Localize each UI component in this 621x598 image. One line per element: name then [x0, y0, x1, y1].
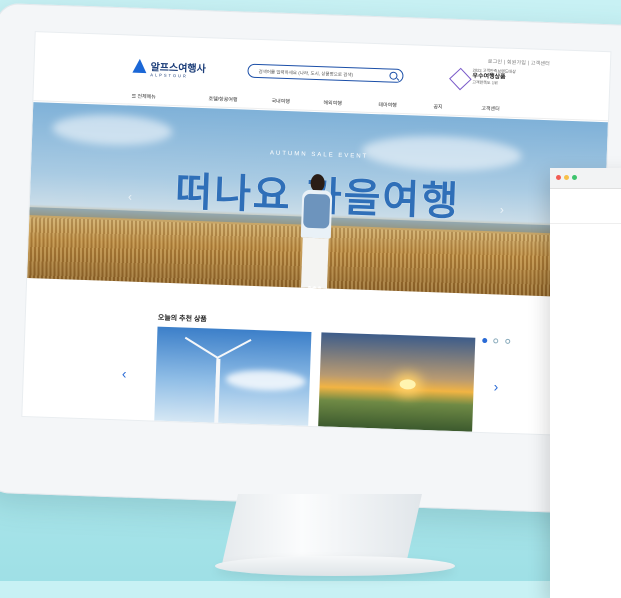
monitor-stand	[222, 494, 422, 564]
recommend-title: 오늘의 추천 상품	[157, 314, 207, 324]
award-line-3: 고객만족도 1위	[472, 79, 498, 86]
product-card-sunset[interactable]	[318, 332, 476, 432]
search-placeholder: 검색어를 입력하세요 (나라, 도시, 상품명으로 검색)	[258, 68, 354, 78]
maximize-dot-icon[interactable]	[572, 175, 577, 180]
search-icon[interactable]	[389, 71, 398, 80]
award-badge-icon	[449, 67, 472, 91]
woman-figure	[289, 173, 343, 289]
window-titlebar	[550, 168, 621, 189]
close-dot-icon[interactable]	[556, 175, 561, 180]
monitor-frame: 로그인 | 회원가입 | 고객센터 알프스여행사 ALPSTOUR 검색어를 입…	[0, 2, 621, 516]
recommend-pagination[interactable]	[481, 330, 512, 349]
minimize-dot-icon[interactable]	[564, 175, 569, 180]
sunset-image	[399, 379, 416, 390]
logo-mark-icon	[132, 58, 146, 72]
nav-item-notice[interactable]: 공지	[433, 103, 442, 110]
logo-subtext: ALPSTOUR	[150, 72, 188, 79]
product-card-wind-turbine[interactable]	[154, 326, 312, 426]
hero-next-arrow-icon[interactable]: ›	[500, 202, 504, 216]
search-input[interactable]: 검색어를 입력하세요 (나라, 도시, 상품명으로 검색)	[247, 63, 404, 84]
hero-banner[interactable]: AUTUMN SALE EVENT 떠나요 가을여행 ‹ ›	[27, 102, 608, 299]
pagination-dot-active[interactable]	[482, 337, 488, 344]
hero-prev-arrow-icon[interactable]: ‹	[128, 190, 132, 204]
pagination-dot[interactable]	[493, 338, 499, 344]
monitor-base	[215, 556, 455, 576]
recommend-next-arrow-icon[interactable]: ›	[493, 378, 498, 394]
nav-item-theme[interactable]: 테마여행	[378, 101, 397, 109]
award-text: 2023 고객만족브랜드대상 우수여행상품 고객만족도 1위	[472, 67, 516, 86]
recommend-prev-arrow-icon[interactable]: ‹	[122, 365, 127, 381]
nav-item-customer-center[interactable]: 고객센터	[481, 105, 500, 113]
site-logo[interactable]: 알프스여행사 ALPSTOUR	[132, 58, 206, 79]
nav-item-all-menu[interactable]: ☰ 전체메뉴	[131, 93, 156, 101]
hero-pagination[interactable]	[307, 276, 323, 295]
nav-item-hotel-air[interactable]: 호텔/항공여행	[208, 95, 237, 103]
utility-links[interactable]: 로그인 | 회원가입 | 고객센터	[488, 58, 550, 67]
nav-item-domestic[interactable]: 국내여행	[271, 97, 290, 105]
secondary-browser-window	[550, 168, 621, 598]
cloud	[51, 112, 173, 148]
nav-item-overseas[interactable]: 해외여행	[323, 99, 342, 107]
browser-screen: 로그인 | 회원가입 | 고객센터 알프스여행사 ALPSTOUR 검색어를 입…	[22, 32, 611, 437]
pagination-dot[interactable]	[505, 338, 511, 344]
